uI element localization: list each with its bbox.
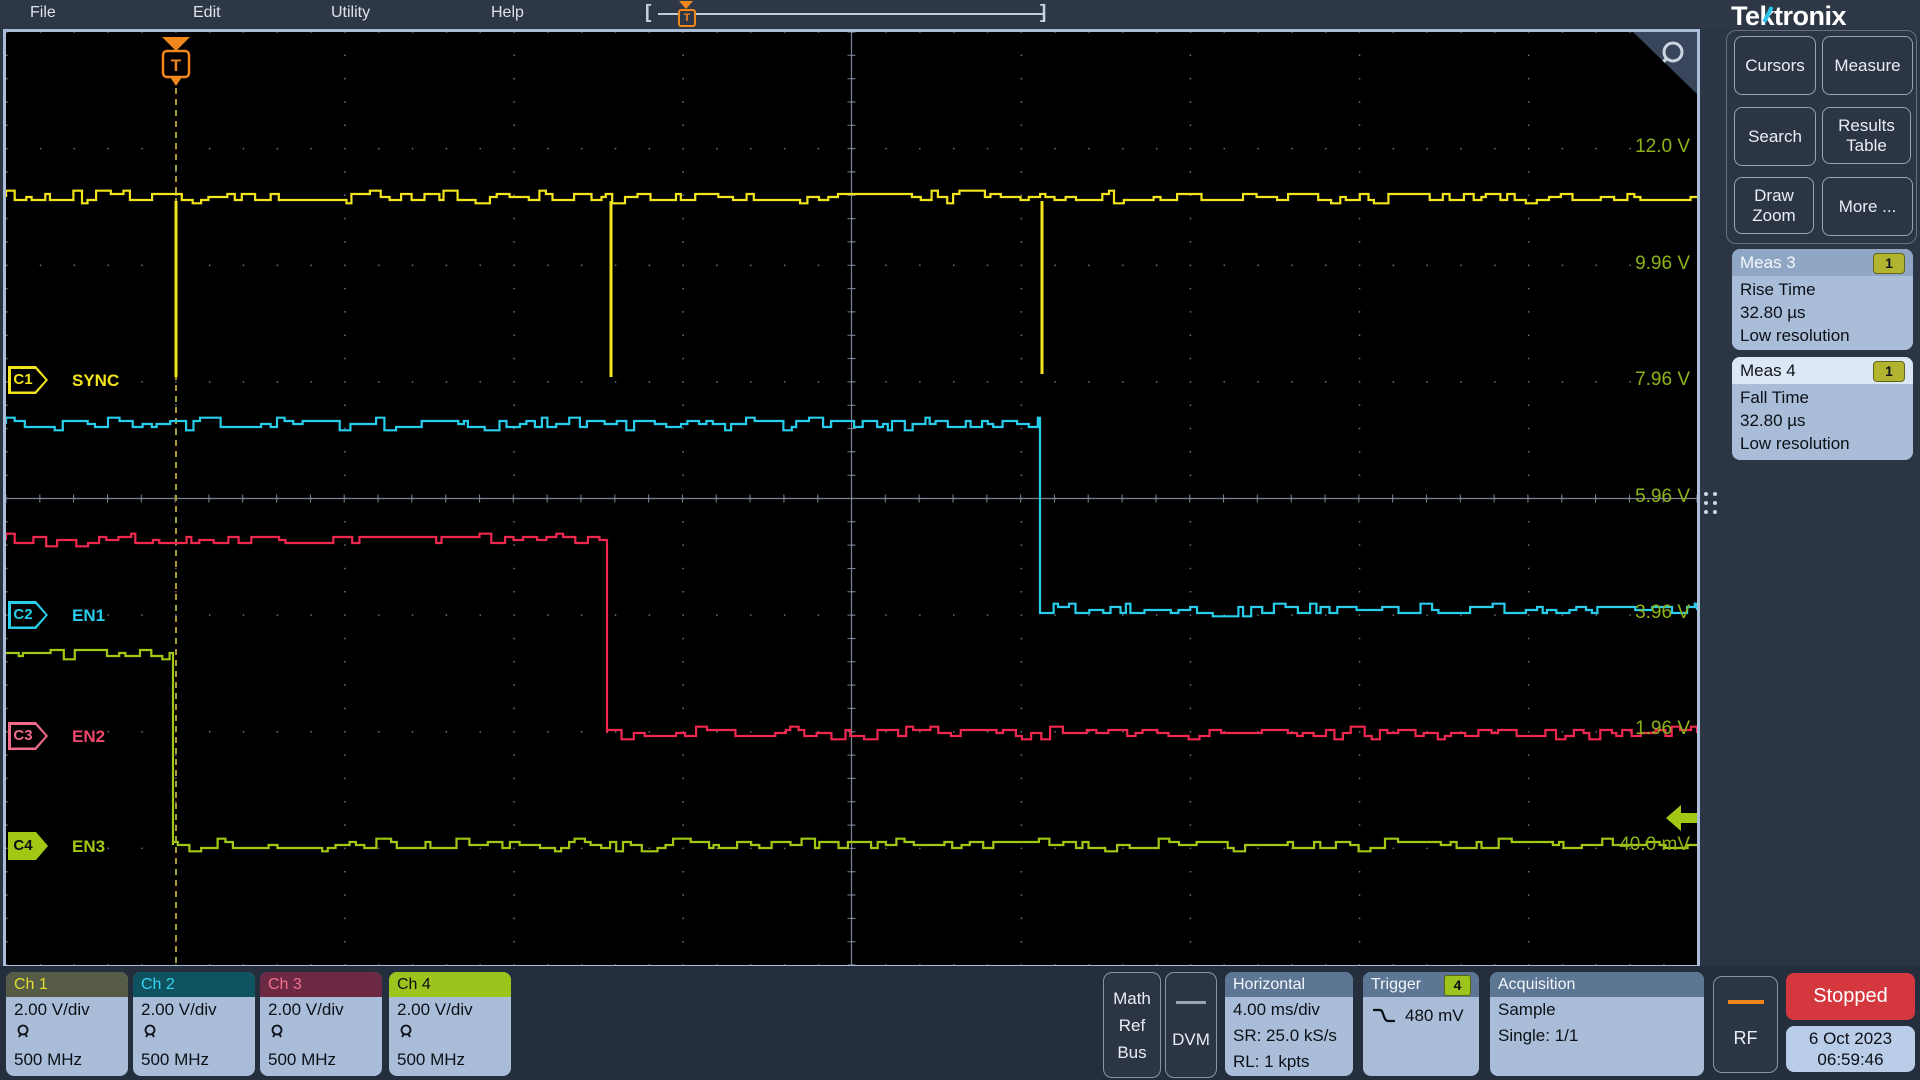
rf-button[interactable]: RF [1713,976,1778,1073]
svg-text:T: T [171,56,182,75]
channel-badge-c1[interactable]: C1 [8,366,48,394]
acquisition-count: Single: 1/1 [1498,1026,1579,1045]
ch2-card-header: Ch 2 [133,972,255,997]
scale-label-9v96: 9.96 V [1635,253,1690,274]
run-state-badge: Stopped [1786,973,1915,1020]
meas4-panel[interactable]: Meas 4 1 Fall Time 32.80 µs Low resoluti… [1732,357,1913,460]
oscilloscope-screen: File Edit Utility Help [ ] T Tektronix T… [0,0,1920,1080]
draw-zoom-button[interactable]: Draw Zoom [1734,177,1814,234]
trigger-position-marker[interactable]: T [678,9,696,27]
tektronix-logo: Tektronix [1731,1,1847,31]
horizontal-scale: 4.00 ms/div [1233,1000,1320,1019]
datetime-panel: 6 Oct 2023 06:59:46 [1786,1026,1915,1072]
meas3-panel[interactable]: Meas 3 1 Rise Time 32.80 µs Low resoluti… [1732,249,1913,350]
results-table-button[interactable]: Results Table [1822,107,1911,164]
ch1-scale: 2.00 V/div [14,1000,90,1019]
channel-label-en3: EN3 [72,837,106,856]
waveform-canvas: T [6,32,1697,965]
horizontal-record-length: RL: 1 kpts [1233,1052,1310,1071]
meas3-name: Rise Time [1740,280,1816,299]
meas4-header: Meas 4 1 [1732,357,1913,384]
meas4-body: Fall Time 32.80 µs Low resolution [1732,384,1913,459]
menu-help[interactable]: Help [491,4,524,22]
horizontal-position-bracket-right: ] [1040,2,1047,23]
menu-utility[interactable]: Utility [331,4,370,22]
horizontal-header: Horizontal [1225,972,1353,997]
ch4-card[interactable]: Ch 4 2.00 V/div 500 MHz [389,972,511,1076]
channel-label-en2: EN2 [72,727,106,746]
horizontal-position-track[interactable] [658,13,1044,15]
channel-badge-c4[interactable]: C4 [8,832,48,860]
ch2-card[interactable]: Ch 2 2.00 V/div 500 MHz [133,972,255,1076]
scale-label-7v96: 7.96 V [1635,369,1690,390]
meas3-source-badge: 1 [1873,253,1905,274]
meas3-header: Meas 3 1 [1732,249,1913,276]
menu-bar: File Edit Utility Help [ ] T [0,0,1920,28]
dvm-button[interactable]: DVM [1165,972,1217,1078]
waveform-display: T [3,29,1700,968]
meas3-body: Rise Time 32.80 µs Low resolution [1732,276,1913,350]
trigger-source-badge: 4 [1444,975,1471,996]
probe-icon [397,1022,511,1047]
dvm-meter-line-icon [1176,1000,1206,1004]
ch2-bandwidth: 500 MHz [141,1050,210,1069]
scale-label-1v96: 1.96 V [1635,718,1690,739]
scale-label-3v96: 3.96 V [1635,602,1690,623]
probe-icon [14,1022,128,1047]
meas4-source-badge: 1 [1873,361,1905,382]
ch1-card[interactable]: Ch 1 2.00 V/div 500 MHz [6,972,128,1076]
ch1-bandwidth: 500 MHz [14,1050,83,1069]
menu-file[interactable]: File [30,4,56,22]
channel-label-en1: EN1 [72,606,106,625]
ch4-card-header: Ch 4 [389,972,511,997]
ch3-scale: 2.00 V/div [268,1000,344,1019]
scale-label-5v96: 5.96 V [1635,486,1690,507]
math-ref-bus-button[interactable]: Math Ref Bus [1103,972,1161,1078]
ch3-bandwidth: 500 MHz [268,1050,337,1069]
trigger-level: 480 mV [1405,1006,1464,1025]
trigger-position-marker-arrow-icon[interactable] [679,1,693,9]
ch3-card-header: Ch 3 [260,972,382,997]
scale-label-neg40mv: -40.0 mV [1612,834,1690,855]
trigger-header: Trigger 4 [1363,972,1479,997]
acquisition-header: Acquisition [1490,972,1704,997]
probe-icon [141,1022,255,1047]
menu-edit[interactable]: Edit [193,4,221,22]
probe-icon [268,1022,382,1047]
horizontal-position-bracket-left: [ [645,2,652,23]
trigger-panel[interactable]: Trigger 4 480 mV [1363,972,1479,1076]
measure-button[interactable]: Measure [1822,36,1913,95]
ch4-bandwidth: 500 MHz [397,1050,466,1069]
meas4-note: Low resolution [1740,434,1850,453]
acquisition-mode: Sample [1498,1000,1556,1019]
more-button[interactable]: More ... [1822,177,1913,236]
channel-badge-c2[interactable]: C2 [8,601,48,629]
ch2-scale: 2.00 V/div [141,1000,217,1019]
acquisition-panel[interactable]: Acquisition Sample Single: 1/1 [1490,972,1704,1076]
panel-drag-handle[interactable] [1704,492,1720,528]
search-button[interactable]: Search [1734,107,1816,166]
rf-indicator-line-icon [1727,1000,1764,1004]
ch3-card[interactable]: Ch 3 2.00 V/div 500 MHz [260,972,382,1076]
channel-badge-c3[interactable]: C3 [8,722,48,750]
ch4-scale: 2.00 V/div [397,1000,473,1019]
time-label: 06:59:46 [1817,1050,1884,1069]
horizontal-panel[interactable]: Horizontal 4.00 ms/div SR: 25.0 kS/s RL:… [1225,972,1353,1076]
meas3-note: Low resolution [1740,326,1850,345]
meas3-value: 32.80 µs [1740,303,1806,322]
horizontal-sample-rate: SR: 25.0 kS/s [1233,1026,1337,1045]
cursors-button[interactable]: Cursors [1734,36,1816,95]
falling-edge-icon [1373,1008,1395,1022]
ch1-card-header: Ch 1 [6,972,128,997]
meas4-value: 32.80 µs [1740,411,1806,430]
scale-label-12v: 12.0 V [1635,136,1690,157]
channel-label-sync: SYNC [72,371,120,390]
meas4-name: Fall Time [1740,388,1809,407]
date-label: 6 Oct 2023 [1808,1029,1893,1048]
